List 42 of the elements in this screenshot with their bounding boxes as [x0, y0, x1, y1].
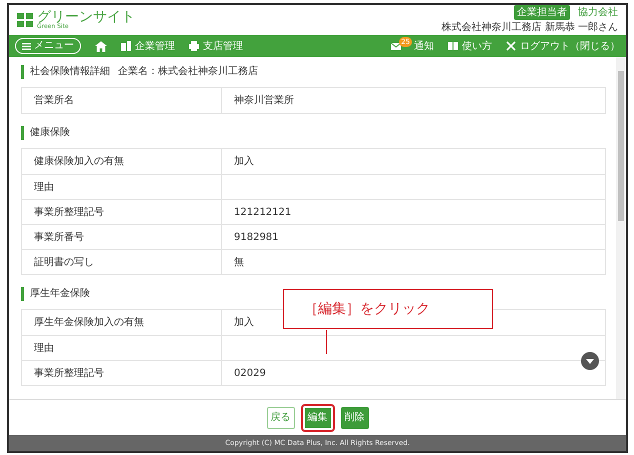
action-button[interactable]: 戻る	[266, 406, 294, 428]
menu-icon	[22, 42, 31, 50]
leader-line	[326, 330, 327, 354]
field-value: 神奈川営業所	[233, 94, 294, 108]
field-value: 無	[233, 256, 244, 270]
menu-button[interactable]: メニュー	[15, 38, 81, 54]
field-value: 加入	[233, 316, 254, 330]
scrollbar[interactable]	[616, 57, 626, 399]
action-button[interactable]: 編集	[300, 404, 334, 432]
logo-text: グリーンサイト	[37, 10, 135, 24]
nav-link[interactable]: 企業管理	[121, 38, 175, 54]
field-label: 営業所名	[22, 88, 222, 113]
field-value: 02029	[233, 366, 266, 380]
field-label: 事業所整理記号	[22, 361, 222, 385]
field-label: 事業所番号	[22, 225, 222, 249]
page-title: 社会保険情報詳細	[30, 65, 110, 79]
field-label: 理由	[22, 175, 222, 199]
nav-link[interactable]: 使い方	[448, 38, 492, 54]
field-label: 証明書の写し	[22, 250, 222, 274]
user-name: 株式会社神奈川工務店 新馬恭 一郎さん	[442, 20, 618, 35]
section-heading: 健康保険	[21, 126, 606, 140]
home-icon[interactable]	[95, 40, 107, 52]
nav-link[interactable]: 支店管理	[189, 38, 243, 54]
building-icon	[121, 41, 131, 51]
field-label: 厚生年金保険加入の有無	[22, 310, 222, 335]
scroll-down-icon[interactable]	[581, 352, 599, 370]
field-label: 理由	[22, 336, 222, 360]
role-link[interactable]: 協力会社	[578, 5, 618, 20]
company-name: 企業名：株式会社神奈川工務店	[118, 65, 258, 79]
field-value: 加入	[233, 154, 254, 169]
mail-icon[interactable]	[391, 41, 402, 51]
nav-link[interactable]: ログアウト（閉じる）	[506, 38, 620, 54]
action-button[interactable]: 削除	[340, 406, 368, 428]
close-icon	[506, 41, 516, 51]
field-label: 事業所整理記号	[22, 200, 222, 224]
logo-icon	[17, 13, 33, 27]
role-badge: 企業担当者	[514, 5, 570, 20]
callout: ［編集］をクリック	[283, 289, 493, 329]
field-value: 9182981	[233, 230, 279, 244]
nav-link[interactable]: 通知	[414, 38, 434, 54]
field-value: 121212121	[233, 206, 292, 220]
field-label: 健康保険加入の有無	[22, 149, 222, 174]
